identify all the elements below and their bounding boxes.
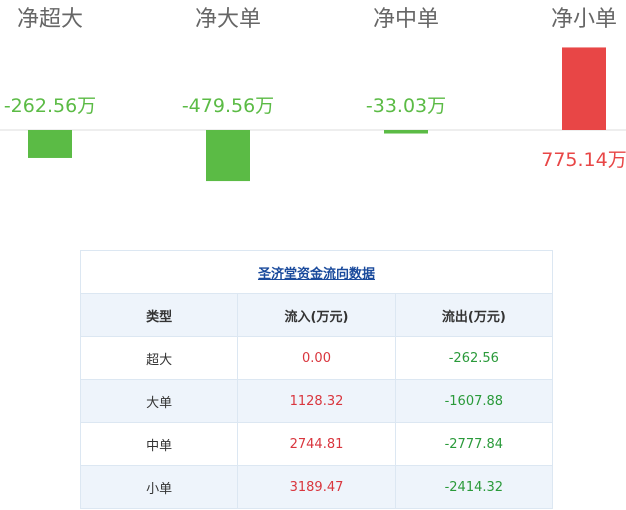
row-outflow: -2777.84 [394,422,554,466]
table-row: 超大 0.00 -262.56 [79,336,554,380]
category-label: 净中单 [373,7,439,32]
value-label: -262.56万 [4,95,96,117]
row-inflow: 1128.32 [237,379,396,423]
value-label: -33.03万 [366,95,446,117]
fund-flow-table: 圣济堂资金流向数据 类型 流入(万元) 流出(万元) 超大 0.00 -262.… [79,250,554,509]
header-type: 类型 [79,293,239,337]
table-row: 中单 2744.81 -2777.84 [79,422,554,466]
bar-4 [562,47,606,131]
row-inflow: 3189.47 [237,465,396,509]
header-inflow: 流入(万元) [237,293,396,337]
table-row: 小单 3189.47 -2414.32 [79,465,554,509]
net-flow-bar-chart: 净超大 -262.56万 净大单 -479.56万 净中单 -33.03万 净小单 775.1… [0,7,626,182]
row-outflow: -262.56 [394,336,554,380]
bar-1 [28,130,72,158]
bar-3 [384,130,428,134]
row-inflow: 0.00 [237,336,396,380]
value-label: -479.56万 [182,95,274,117]
category-label: 净大单 [195,7,261,32]
table-title-cell: 圣济堂资金流向数据 [80,250,553,294]
row-type: 大单 [79,379,239,423]
row-type: 中单 [79,422,239,466]
row-outflow: -2414.32 [394,465,554,509]
header-outflow: 流出(万元) [394,293,554,337]
row-inflow: 2744.81 [237,422,396,466]
table-row: 大单 1128.32 -1607.88 [79,379,554,423]
category-label: 净小单 [551,7,617,32]
row-type: 超大 [79,336,239,380]
table-title-link[interactable]: 圣济堂资金流向数据 [258,267,375,282]
value-label: 775.14万 [541,149,626,171]
row-outflow: -1607.88 [394,379,554,423]
category-label: 净超大 [17,7,83,32]
bar-2 [206,130,250,182]
row-type: 小单 [79,465,239,509]
